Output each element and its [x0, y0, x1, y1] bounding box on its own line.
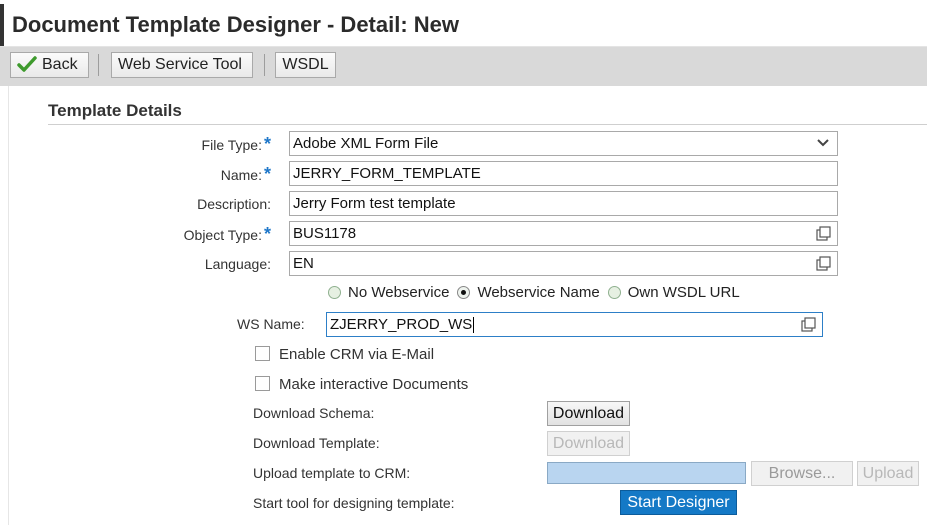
- page-title: Document Template Designer - Detail: New: [12, 12, 460, 37]
- object-type-input[interactable]: BUS1178: [289, 221, 838, 246]
- radio-no-webservice[interactable]: [328, 286, 341, 299]
- language-input[interactable]: EN: [289, 251, 838, 276]
- start-tool-label: Start tool for designing template:: [253, 495, 455, 511]
- file-type-value: Adobe XML Form File: [293, 135, 439, 152]
- checkmark-icon: [17, 56, 37, 72]
- description-value: Jerry Form test template: [293, 195, 456, 212]
- wsdl-label: WSDL: [282, 56, 329, 73]
- make-interactive-checkbox[interactable]: [255, 376, 270, 391]
- download-template-label: Download Template:: [253, 435, 380, 451]
- object-type-value: BUS1178: [293, 225, 357, 242]
- browse-button[interactable]: Browse...: [751, 461, 853, 486]
- radio-own-wsdl-url-label: Own WSDL URL: [627, 284, 740, 301]
- radio-own-wsdl-url[interactable]: [607, 286, 621, 299]
- language-label: Language:: [204, 256, 271, 272]
- text-cursor: [473, 316, 475, 333]
- value-help-icon[interactable]: [801, 317, 816, 332]
- object-type-label: Object Type: *: [183, 224, 271, 244]
- wsdl-button[interactable]: WSDL: [275, 52, 336, 78]
- upload-template-label: Upload template to CRM:: [253, 465, 411, 481]
- title-bar: Document Template Designer - Detail: New: [0, 0, 927, 47]
- radio-webservice-name-label: Webservice Name: [477, 284, 600, 301]
- section-divider: [48, 124, 927, 125]
- webservice-radio-group: No Webservice Webservice Name Own WSDL U…: [328, 284, 740, 301]
- description-label: Description:: [197, 196, 271, 212]
- file-type-label: File Type: *: [201, 134, 271, 154]
- title-accent-bar: [0, 4, 4, 46]
- download-template-button[interactable]: Download: [547, 431, 630, 456]
- required-marker: *: [263, 164, 271, 184]
- web-service-tool-button[interactable]: Web Service Tool: [111, 52, 253, 78]
- back-button[interactable]: Back: [10, 52, 89, 78]
- section-title: Template Details: [48, 101, 182, 120]
- toolbar-separator: [98, 54, 99, 76]
- enable-crm-email-checkbox[interactable]: [255, 346, 270, 361]
- name-input[interactable]: JERRY_FORM_TEMPLATE: [289, 161, 838, 186]
- toolbar: Back Web Service Tool WSDL: [0, 47, 927, 86]
- ws-name-label: WS Name:: [237, 316, 305, 332]
- value-help-icon[interactable]: [816, 256, 831, 271]
- ws-name-input[interactable]: ZJERRY_PROD_WS: [326, 312, 823, 337]
- required-marker: *: [263, 224, 271, 244]
- language-value: EN: [293, 255, 314, 272]
- back-button-label: Back: [42, 56, 78, 73]
- start-designer-button[interactable]: Start Designer: [620, 490, 737, 515]
- upload-button[interactable]: Upload: [857, 461, 919, 486]
- required-marker: *: [263, 134, 271, 154]
- name-label: Name: *: [220, 164, 271, 184]
- toolbar-separator: [264, 54, 265, 76]
- ws-name-value: ZJERRY_PROD_WS: [330, 316, 473, 333]
- enable-crm-email-label: Enable CRM via E-Mail: [279, 346, 435, 363]
- upload-file-input[interactable]: [547, 462, 746, 484]
- value-help-icon[interactable]: [816, 226, 831, 241]
- dropdown-chevron-icon: [817, 139, 829, 147]
- name-value: JERRY_FORM_TEMPLATE: [293, 165, 481, 182]
- description-input[interactable]: Jerry Form test template: [289, 191, 838, 216]
- download-schema-label: Download Schema:: [253, 405, 375, 421]
- make-interactive-label: Make interactive Documents: [279, 376, 469, 393]
- radio-webservice-name[interactable]: [457, 286, 471, 299]
- file-type-select[interactable]: Adobe XML Form File: [289, 131, 838, 156]
- web-service-tool-label: Web Service Tool: [118, 56, 242, 73]
- download-schema-button[interactable]: Download: [547, 401, 630, 426]
- radio-no-webservice-label: No Webservice: [348, 284, 450, 301]
